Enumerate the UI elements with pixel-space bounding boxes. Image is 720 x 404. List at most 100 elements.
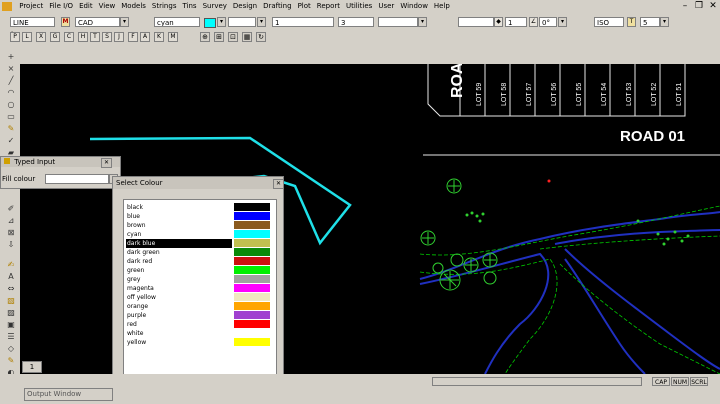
colour-option[interactable]: purple — [124, 311, 274, 320]
colour-option[interactable]: brown — [124, 221, 274, 230]
model-field[interactable]: CAD — [75, 17, 120, 27]
colour-option[interactable]: white — [124, 329, 274, 338]
style-field[interactable]: 3 — [338, 17, 374, 27]
colour-option[interactable]: red — [124, 320, 274, 329]
spin-button[interactable]: ◆ — [494, 17, 503, 27]
colour-option[interactable]: cyan — [124, 230, 274, 239]
layer-dropdown[interactable]: ▾ — [418, 17, 427, 27]
menu-item[interactable]: Drafting — [260, 0, 294, 10]
weight-field[interactable]: 1 — [272, 17, 334, 27]
cross-tool-icon[interactable]: × — [4, 64, 18, 73]
mode-button[interactable]: X — [36, 32, 46, 42]
colour-option[interactable]: green — [124, 266, 274, 275]
menu-item[interactable]: Tins — [179, 0, 199, 10]
point-tool-icon[interactable]: + — [4, 52, 18, 61]
blank-field[interactable] — [458, 17, 494, 27]
snap-point-icon[interactable]: ⊞ — [214, 32, 224, 42]
menu-item[interactable]: Strings — [149, 0, 180, 10]
pen-tool-icon[interactable]: ✎ — [4, 124, 18, 133]
size-field[interactable]: 5 — [640, 17, 660, 27]
menu-item[interactable]: Help — [431, 0, 453, 10]
size-dropdown[interactable]: ▾ — [660, 17, 669, 27]
output-window-field[interactable]: Output Window — [24, 388, 113, 401]
mode-button[interactable]: K — [154, 32, 164, 42]
angle-deg-field[interactable]: 0° — [539, 17, 557, 27]
text-style-field[interactable]: ISO — [594, 17, 624, 27]
colour-option[interactable]: dark green — [124, 248, 274, 257]
hatch-tool-icon[interactable]: ▨ — [4, 308, 18, 317]
menu-item[interactable]: Edit — [76, 0, 96, 10]
tab-1[interactable]: 1 — [22, 361, 42, 373]
mode-button[interactable]: P — [10, 32, 20, 42]
mode-button[interactable]: H — [78, 32, 88, 42]
close-icon[interactable]: ✕ — [273, 179, 284, 189]
line-tool-icon[interactable]: ╱ — [4, 76, 18, 85]
colour-option[interactable]: yellow — [124, 338, 274, 347]
circle-tool-icon[interactable]: ○ — [4, 100, 18, 109]
mode-button[interactable]: F — [128, 32, 138, 42]
arc-tool-icon[interactable]: ◠ — [4, 88, 18, 97]
check-tool-icon[interactable]: ✓ — [4, 136, 18, 145]
rectangle-tool-icon[interactable]: ▭ — [4, 112, 18, 121]
menu-item[interactable]: Plot — [295, 0, 314, 10]
menu-item[interactable]: Project — [16, 0, 46, 10]
angle-value-field[interactable]: 1 — [505, 17, 527, 27]
model-button[interactable]: M — [61, 17, 70, 27]
menu-item[interactable]: Report — [314, 0, 343, 10]
colour-dropdown[interactable]: ▾ — [217, 17, 226, 27]
colour-option[interactable]: magenta — [124, 284, 274, 293]
menu-item[interactable]: View — [96, 0, 119, 10]
model-dropdown[interactable]: ▾ — [120, 17, 129, 27]
menu-item[interactable]: Utilities — [343, 0, 375, 10]
mode-button[interactable]: S — [102, 32, 112, 42]
linestyle-dropdown[interactable]: ▾ — [257, 17, 266, 27]
colour-option[interactable]: blue — [124, 212, 274, 221]
menu-item[interactable]: Survey — [200, 0, 230, 10]
brush-tool-icon[interactable]: ✍ — [4, 260, 18, 269]
fill-tool-icon[interactable]: ▧ — [4, 296, 18, 305]
mode-button[interactable]: J — [114, 32, 124, 42]
refresh-icon[interactable]: ↻ — [256, 32, 266, 42]
snap-grid-icon[interactable]: ▦ — [242, 32, 252, 42]
colour-list[interactable]: black blue brown cyan dark blue dark green dar… — [123, 199, 277, 401]
menu-item[interactable]: Window — [397, 0, 431, 10]
mode-button[interactable]: M — [168, 32, 178, 42]
snap-line-icon[interactable]: ⊡ — [228, 32, 238, 42]
mode-button[interactable]: T — [90, 32, 100, 42]
minimize-button[interactable]: – — [680, 1, 690, 11]
text-tool-icon[interactable]: A — [4, 272, 18, 281]
dim-tool-icon[interactable]: ⇔ — [4, 284, 18, 293]
colour-field[interactable]: cyan — [154, 17, 200, 27]
colour-option[interactable]: off yellow — [124, 293, 274, 302]
arrow-tool-icon[interactable]: ⇩ — [4, 240, 18, 249]
delete-tool-icon[interactable]: ⊠ — [4, 228, 18, 237]
mode-button[interactable]: G — [50, 32, 60, 42]
edit-tool-icon[interactable]: ✐ — [4, 204, 18, 213]
close-icon[interactable]: ✕ — [101, 158, 112, 168]
app-icon[interactable] — [2, 2, 12, 11]
colour-option[interactable]: grey — [124, 275, 274, 284]
menu-item[interactable]: File I/O — [46, 0, 76, 10]
trim-tool-icon[interactable]: ⊿ — [4, 216, 18, 225]
measure-tool-icon[interactable]: ◇ — [4, 344, 18, 353]
colour-option[interactable]: black — [124, 203, 274, 212]
colour-option[interactable]: orange — [124, 302, 274, 311]
typed-input-titlebar[interactable]: Typed Input ✕ — [1, 157, 120, 168]
draw-tool-icon[interactable]: ✎ — [4, 356, 18, 365]
fill-colour-input[interactable] — [45, 174, 109, 184]
mode-button[interactable]: A — [140, 32, 150, 42]
linestyle-field[interactable] — [228, 17, 256, 27]
mode-button[interactable]: C — [64, 32, 74, 42]
mode-button[interactable]: L — [22, 32, 32, 42]
angle-dropdown[interactable]: ▾ — [558, 17, 567, 27]
layer-tool-icon[interactable]: ☰ — [4, 332, 18, 341]
select-colour-titlebar[interactable]: Select Colour ✕ — [113, 177, 284, 189]
colour-swatch[interactable] — [204, 18, 216, 28]
entity-field[interactable]: LINE — [10, 17, 55, 27]
menu-item[interactable]: Models — [118, 0, 149, 10]
layer-field[interactable] — [378, 17, 418, 27]
snap-icon[interactable]: ⊕ — [200, 32, 210, 42]
colour-option[interactable]: dark red — [124, 257, 274, 266]
block-tool-icon[interactable]: ▣ — [4, 320, 18, 329]
colour-option[interactable]: dark blue — [124, 239, 274, 248]
